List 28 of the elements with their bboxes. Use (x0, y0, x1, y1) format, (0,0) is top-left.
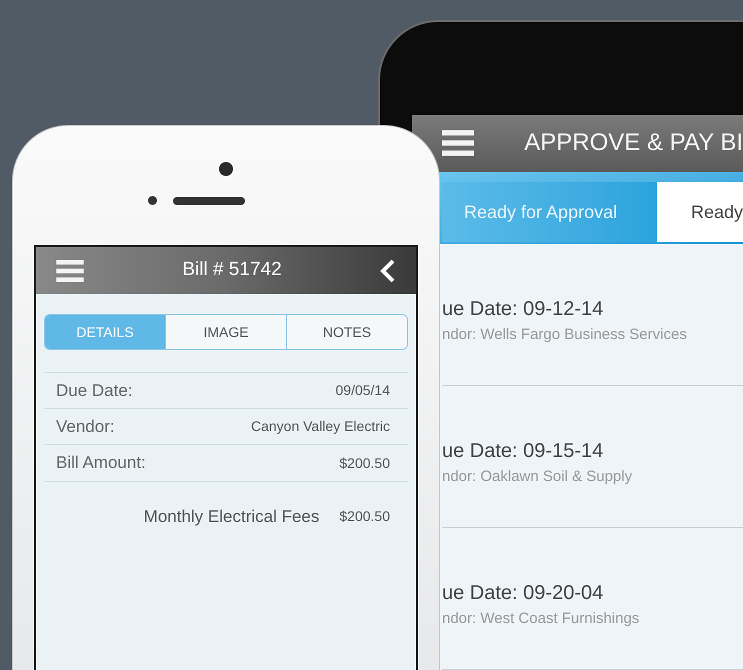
bill-row[interactable]: ue Date: 09-15-14 ndor: Oaklawn Soil & Supply (442, 386, 743, 528)
menu-icon[interactable] (56, 260, 84, 282)
due-date: ue Date: 09-15-14 (442, 439, 604, 464)
tab[interactable]: Ready (656, 182, 743, 242)
camera-icon (219, 162, 233, 176)
field-label: Bill Amount: (56, 452, 146, 474)
speaker-icon (172, 196, 244, 204)
field-label: Due Date: (56, 380, 133, 402)
field-value: $200.50 (339, 454, 390, 472)
menu-icon[interactable] (442, 129, 474, 158)
vendor-name: ndor: Wells Fargo Business Services (442, 325, 688, 346)
due-date: ue Date: 09-20-04 (442, 581, 604, 606)
due-date: ue Date: 09-12-14 (442, 297, 604, 322)
vendor-name: ndor: West Coast Furnishings (442, 609, 640, 630)
field-label: Vendor: (56, 416, 115, 438)
line-item-description: Monthly Electrical Fees (144, 506, 320, 528)
screen-title: APPROVE & PAY BI (524, 128, 743, 158)
tab[interactable]: IMAGE (165, 315, 286, 349)
vendor-name: ndor: Oaklawn Soil & Supply (442, 467, 634, 488)
sensor-icon (148, 196, 156, 205)
line-item-amount: $200.50 (339, 507, 390, 526)
screen-title: Bill # 51742 (182, 258, 282, 282)
tab[interactable]: NOTES (286, 315, 407, 349)
bill-row[interactable]: ue Date: 09-20-04 ndor: West Coast Furnishings (442, 528, 743, 670)
bill-row[interactable]: ue Date: 09-12-14 ndor: Wells Fargo Business Services (442, 244, 743, 386)
back-icon[interactable] (380, 258, 396, 282)
field-value: Canyon Valley Electric (250, 417, 390, 436)
field-value: 09/05/14 (336, 381, 390, 400)
